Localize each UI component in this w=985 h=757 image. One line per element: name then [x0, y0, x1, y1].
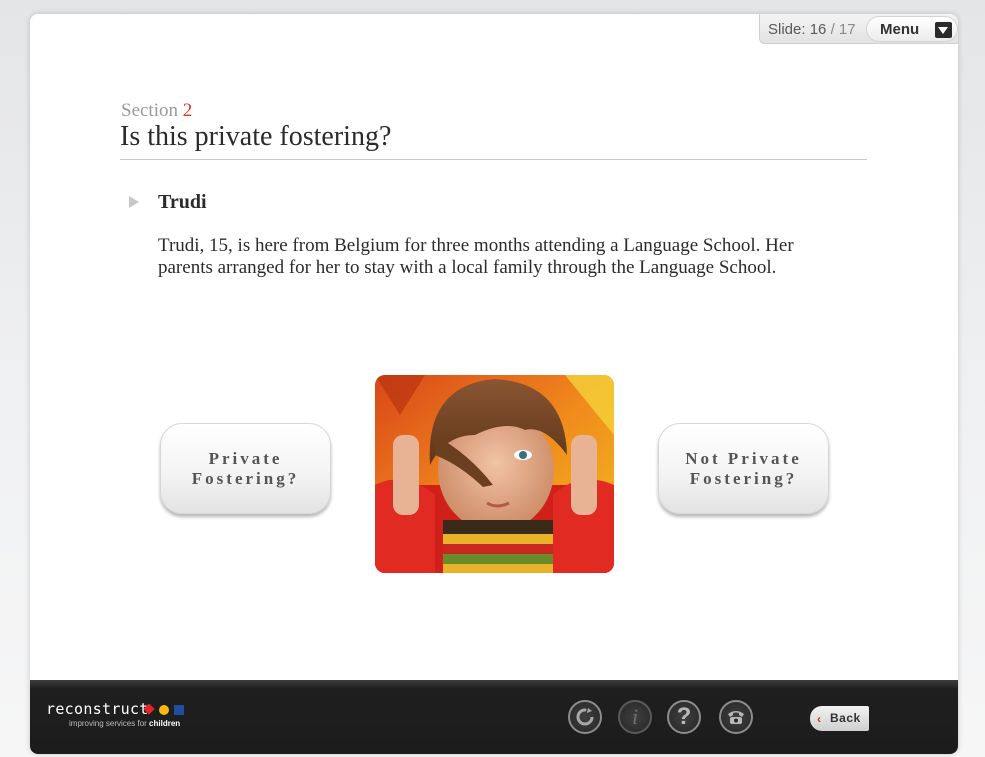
replay-button[interactable] [568, 700, 602, 734]
section-word: Section [121, 100, 178, 121]
info-button[interactable]: i [618, 700, 652, 734]
triangle-right-icon [129, 196, 139, 208]
choice-right-line1: Not Private [685, 448, 802, 468]
telephone-icon [728, 711, 744, 724]
tagline-bold: children [149, 719, 181, 728]
back-button[interactable]: ‹ Back [810, 706, 869, 731]
case-description: Trudi, 15, is here from Belgium for thre… [158, 235, 794, 278]
help-button[interactable]: ? [667, 700, 701, 734]
replay-icon [576, 708, 594, 726]
choice-right-line2: Fostering? [689, 468, 798, 488]
logo-text: reconstruct [46, 700, 149, 718]
triangle-down-icon [935, 22, 952, 38]
private-fostering-button[interactable]: Private Fostering? [160, 423, 331, 514]
slide-card: Slide: 16 / 17 Menu Section 2 Is this pr… [30, 14, 958, 754]
tagline: improving services for children [69, 719, 180, 728]
back-label: Back [830, 711, 861, 725]
logo-dots-icon [144, 704, 184, 715]
choice-left-line2: Fostering? [191, 468, 300, 488]
info-icon: i [631, 704, 639, 729]
case-photo [375, 375, 614, 573]
chevron-left-icon: ‹ [817, 712, 821, 726]
slide-separator: / [830, 21, 835, 38]
not-private-fostering-button[interactable]: Not Private Fostering? [658, 423, 829, 514]
contact-button[interactable] [719, 700, 753, 734]
title-divider [120, 159, 867, 160]
footer-bar: reconstruct improving services for child… [30, 680, 958, 754]
menu-button[interactable]: Menu [866, 16, 958, 42]
section-number: 2 [182, 100, 193, 121]
child-portrait-image [375, 375, 614, 573]
choice-left-line1: Private [208, 448, 283, 468]
slide-total: 17 [838, 21, 856, 38]
slide-current: 16 [809, 21, 827, 38]
menu-label: Menu [880, 21, 920, 38]
slide-toolbar: Slide: 16 / 17 Menu [759, 14, 958, 44]
page-title: Is this private fostering? [120, 121, 392, 152]
case-name: Trudi [158, 191, 207, 213]
tagline-prefix: improving services for [69, 719, 147, 728]
slide-counter: Slide: 16 / 17 [768, 21, 856, 38]
section-label: Section 2 [121, 100, 192, 122]
help-icon: ? [676, 703, 692, 730]
slide-label: Slide: [768, 21, 806, 38]
